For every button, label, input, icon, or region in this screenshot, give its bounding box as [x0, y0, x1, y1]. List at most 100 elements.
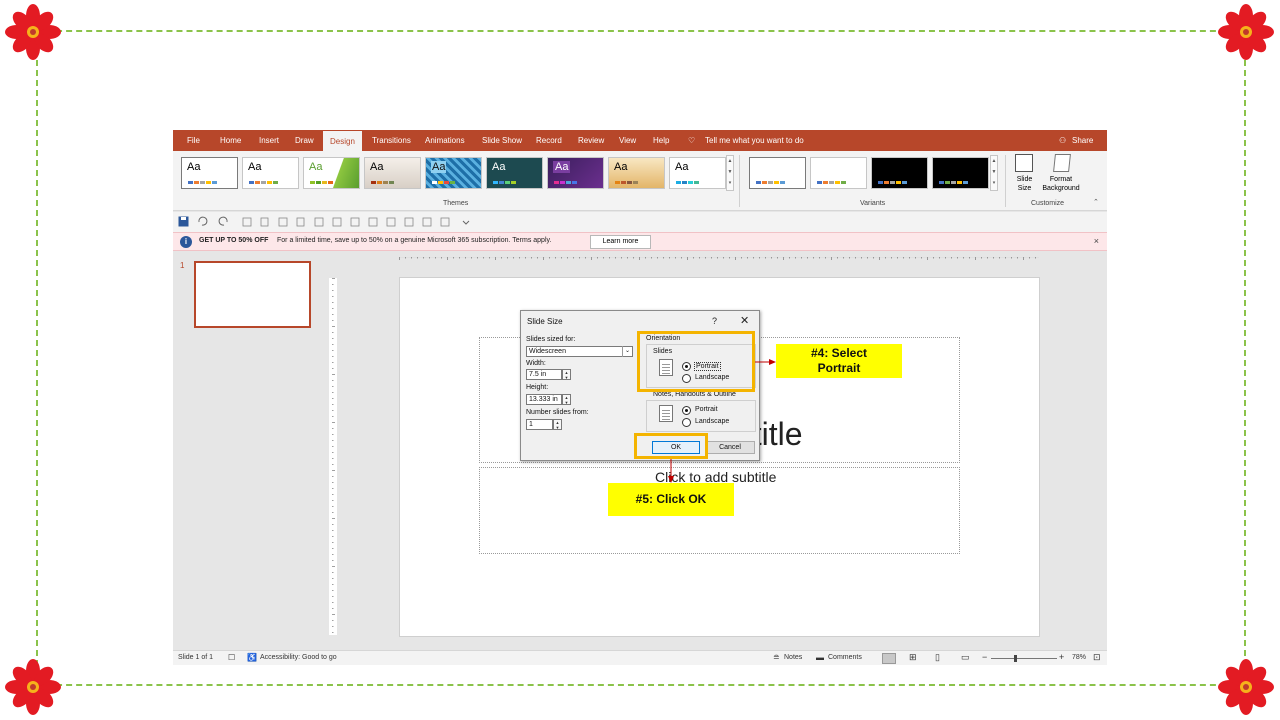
theme-sample-text: Aa	[248, 161, 262, 173]
zoom-out-icon[interactable]: −	[982, 652, 987, 662]
step-4-callout: #4: Select Portrait	[776, 344, 902, 378]
tab-review[interactable]: Review	[578, 130, 604, 151]
zoom-slider-thumb[interactable]	[1014, 655, 1017, 662]
flower-icon	[1218, 4, 1274, 60]
zoom-in-icon[interactable]: +	[1059, 652, 1064, 662]
theme-facet[interactable]: Aa	[303, 157, 360, 189]
promo-text: For a limited time, save up to 50% on a …	[277, 237, 552, 244]
slides-sized-for-select[interactable]: Widescreen ⌄	[526, 346, 633, 357]
help-button[interactable]: ?	[712, 316, 717, 326]
tab-insert[interactable]: Insert	[259, 130, 279, 151]
cancel-button[interactable]: Cancel	[705, 441, 755, 454]
paint-bucket-icon	[1053, 154, 1071, 172]
share-button[interactable]: Share	[1072, 130, 1093, 151]
number-slides-from-input[interactable]: 1	[526, 419, 553, 430]
width-input[interactable]: 7.5 in	[526, 369, 562, 380]
theme-office-theme[interactable]: Aa	[242, 157, 299, 189]
normal-view-icon[interactable]	[882, 653, 896, 664]
spell-check-icon[interactable]: ☐	[228, 653, 235, 662]
ribbon-divider	[1005, 155, 1006, 207]
page: File Home Insert Draw Design Transitions…	[0, 0, 1280, 720]
person-icon: ⚇	[1059, 136, 1067, 145]
step-4-callout-line-1: #4: Select	[810, 346, 868, 360]
dialog-title: Slide Size	[527, 317, 563, 326]
zoom-level[interactable]: 78%	[1072, 654, 1086, 661]
document-icon	[659, 405, 673, 422]
tab-view[interactable]: View	[619, 130, 636, 151]
tell-me-search[interactable]: Tell me what you want to do	[705, 130, 804, 151]
variant-1[interactable]	[749, 157, 806, 189]
theme-organic[interactable]: Aa	[547, 157, 604, 189]
format-background-label: Format	[1049, 176, 1073, 183]
quick-access-icons[interactable]	[177, 212, 507, 232]
width-spinner[interactable]: ▲ ▼	[562, 369, 571, 380]
theme-sample-text: Aa	[553, 161, 571, 173]
theme-ion[interactable]: Aa	[425, 157, 482, 189]
theme-office[interactable]: Aa	[181, 157, 238, 189]
tab-slide-show[interactable]: Slide Show	[482, 130, 522, 151]
slide-show-icon[interactable]: ▭	[961, 652, 970, 663]
step-5-callout: #5: Click OK	[608, 483, 734, 516]
tab-draw[interactable]: Draw	[295, 130, 314, 151]
chevron-down-icon: ⌄	[622, 346, 632, 357]
learn-more-button[interactable]: Learn more	[590, 235, 651, 249]
fit-to-window-icon[interactable]: ⊡	[1093, 652, 1101, 663]
powerpoint-window: File Home Insert Draw Design Transitions…	[173, 130, 1107, 665]
themes-scroll[interactable]: ▲ ▼ ▾	[726, 155, 734, 191]
notes-icon: ≘	[773, 653, 780, 662]
tab-home[interactable]: Home	[220, 130, 241, 151]
notes-portrait-label[interactable]: Portrait	[695, 406, 718, 413]
slide-sorter-icon[interactable]: ⊞	[909, 652, 917, 663]
theme-savon[interactable]: Aa	[669, 157, 726, 189]
tab-help[interactable]: Help	[653, 130, 669, 151]
tab-file[interactable]: File	[187, 130, 200, 151]
width-label: Width:	[526, 360, 546, 367]
slide-size-button[interactable]: Slide Size	[1011, 154, 1038, 198]
zoom-slider[interactable]	[991, 658, 1057, 659]
group-label-customize: Customize	[1031, 200, 1065, 207]
number-slides-from-label: Number slides from:	[526, 409, 589, 416]
notes-portrait-radio[interactable]	[682, 406, 691, 415]
slide-thumbnail-pane: 1	[173, 252, 323, 650]
variant-4[interactable]	[932, 157, 989, 189]
reading-view-icon[interactable]: ▯	[935, 652, 940, 663]
ribbon-divider	[739, 155, 740, 207]
height-spinner[interactable]: ▲ ▼	[562, 394, 571, 405]
tab-record[interactable]: Record	[536, 130, 562, 151]
tab-design[interactable]: Design	[323, 130, 362, 151]
number-slides-spinner[interactable]: ▲ ▼	[553, 419, 562, 430]
group-label-variants: Variants	[860, 200, 886, 207]
collapse-ribbon-icon[interactable]: ⌃	[1093, 198, 1099, 206]
info-icon: i	[180, 236, 192, 248]
variant-3[interactable]	[871, 157, 928, 189]
close-icon[interactable]: ×	[1094, 236, 1099, 246]
accessibility-status[interactable]: Accessibility: Good to go	[260, 654, 337, 661]
ribbon-tab-bar: File Home Insert Draw Design Transitions…	[173, 130, 1107, 151]
orientation-highlight-box	[637, 331, 755, 392]
theme-retrospect[interactable]: Aa	[608, 157, 665, 189]
dialog-close-button[interactable]: ✕	[740, 314, 749, 327]
accessibility-icon[interactable]: ♿	[247, 653, 257, 662]
slides-sized-for-label: Slides sized for:	[526, 336, 576, 343]
slide-thumbnail[interactable]	[194, 261, 311, 328]
format-background-button[interactable]: Format Background	[1039, 154, 1083, 198]
comments-button[interactable]: Comments	[828, 654, 862, 661]
tab-transitions[interactable]: Transitions	[372, 130, 411, 151]
variants-scroll[interactable]: ▲ ▼ ▾	[990, 155, 998, 191]
height-input[interactable]: 13.333 in	[526, 394, 562, 405]
slides-sized-for-value: Widescreen	[529, 348, 566, 355]
theme-sample-text: Aa	[431, 161, 447, 173]
theme-sample-text: Aa	[309, 161, 323, 173]
theme-sample-text: Aa	[614, 161, 628, 173]
tab-animations[interactable]: Animations	[425, 130, 465, 151]
notes-landscape-radio[interactable]	[682, 418, 691, 427]
notes-button[interactable]: Notes	[784, 654, 802, 661]
group-label-themes: Themes	[443, 200, 469, 207]
slide-number: 1	[180, 261, 185, 270]
variant-2[interactable]	[810, 157, 867, 189]
theme-ion-boardroom[interactable]: Aa	[486, 157, 543, 189]
slide-count: Slide 1 of 1	[178, 654, 214, 661]
promo-notification-bar: i GET UP TO 50% OFF For a limited time, …	[173, 232, 1107, 251]
notes-landscape-label[interactable]: Landscape	[695, 418, 729, 425]
theme-integral[interactable]: Aa	[364, 157, 421, 189]
